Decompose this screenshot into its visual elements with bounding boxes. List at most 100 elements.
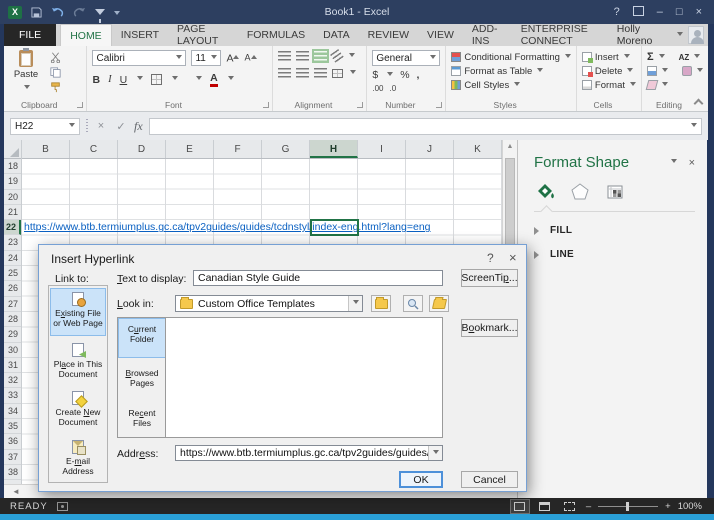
align-center-button[interactable] [295,68,309,78]
cut-icon[interactable] [50,52,61,63]
current-folder-tab[interactable]: Current Folder [118,318,166,358]
number-dialog-launcher[interactable] [436,102,443,108]
tab-view[interactable]: VIEW [418,24,463,46]
row-header-25[interactable]: 25 [4,266,21,282]
decrease-decimal-button[interactable]: .0 [389,84,396,93]
row-header-38[interactable]: 38 [4,465,21,481]
name-box-splitter[interactable] [86,119,88,133]
select-all-button[interactable] [4,140,22,159]
row-header-28[interactable]: 28 [4,312,21,328]
filter-icon[interactable] [95,9,105,23]
ok-button[interactable]: OK [399,471,443,488]
increase-decimal-button[interactable]: .00 [372,84,383,93]
sheet-nav-left-icon[interactable]: ◄ [12,487,20,496]
browse-file-button[interactable] [429,295,449,312]
effects-tab-icon[interactable] [570,182,590,201]
scroll-up-icon[interactable]: ▲ [503,140,517,150]
format-painter-icon[interactable] [50,82,61,93]
cancel-button[interactable]: Cancel [461,471,518,488]
dialog-help-icon[interactable]: ? [487,251,494,265]
orientation-button[interactable] [329,49,344,63]
align-right-button[interactable] [313,68,327,78]
column-header-F[interactable]: F [214,140,262,158]
shrink-font-button[interactable]: A [244,52,257,64]
row-header-18[interactable]: 18 [4,159,21,175]
page-layout-view-button[interactable] [536,500,554,513]
underline-button[interactable]: U [120,74,128,86]
row-header-20[interactable]: 20 [4,190,21,205]
restore-icon[interactable]: □ [676,6,683,18]
tab-review[interactable]: REVIEW [359,24,418,46]
hyperlink-cell[interactable]: https://www.btb.termiumplus.gc.ca/tpv2gu… [24,220,431,235]
pane-options-chevron-icon[interactable] [670,159,677,166]
dialog-close-icon[interactable]: × [509,250,517,265]
tab-insert[interactable]: INSERT [112,24,168,46]
font-color-button[interactable]: A [210,72,218,87]
format-as-table-button[interactable]: Format as Table [451,64,571,78]
bookmark-button[interactable]: Bo okmark... [461,319,518,337]
ribbon-display-options-icon[interactable] [632,6,644,16]
browse-web-button[interactable] [403,295,423,312]
bold-button[interactable]: B [92,74,100,86]
delete-cells-button[interactable]: Delete [581,64,636,78]
column-header-I[interactable]: I [358,140,406,158]
alignment-dialog-launcher[interactable] [357,102,364,108]
zoom-slider[interactable] [598,501,659,511]
tab-data[interactable]: DATA [314,24,358,46]
row-header-37[interactable]: 37 [4,450,21,465]
font-name-combo[interactable]: Calibri [92,50,187,66]
zoom-out-button[interactable]: – [586,501,591,512]
row-header-31[interactable]: 31 [4,358,21,374]
link-to-place-in-document[interactable]: Place in This Document [51,340,105,382]
row-header-23[interactable]: 23 [4,235,21,251]
link-to-create-new-document[interactable]: Create New Document [51,388,105,430]
cancel-entry-icon[interactable]: × [94,120,108,132]
paste-button[interactable]: Paste [9,48,43,98]
column-header-C[interactable]: C [70,140,118,158]
font-dialog-launcher[interactable] [262,102,269,108]
percent-style-button[interactable]: % [400,69,409,81]
align-middle-button[interactable] [295,51,309,61]
grow-font-button[interactable]: A [226,52,240,65]
zoom-level[interactable]: 100% [678,501,702,512]
fill-button[interactable] [647,66,658,76]
zoom-slider-thumb[interactable] [626,501,630,511]
link-to-existing-file[interactable]: Existing File or Web Page [50,288,106,336]
screentip-button[interactable]: ScreenTi p... [461,269,518,287]
clear-button[interactable] [645,80,659,90]
row-header-24[interactable]: 24 [4,251,21,267]
column-header-B[interactable]: B [22,140,70,158]
align-top-button[interactable] [277,51,291,61]
tab-formulas[interactable]: FORMULAS [238,24,314,46]
column-header-G[interactable]: G [262,140,310,158]
autosum-button[interactable]: Σ AZ [647,50,703,64]
up-one-folder-button[interactable] [371,295,391,312]
tab-enterprise-connect[interactable]: ENTERPRISE CONNECT [512,23,617,47]
pane-section-fill[interactable]: FILL [534,225,707,236]
format-cells-button[interactable]: Format [581,78,637,92]
enter-entry-icon[interactable]: ✓ [114,120,128,133]
tab-file[interactable]: FILE [4,24,57,46]
row-header-36[interactable]: 36 [4,434,21,450]
find-select-button[interactable] [682,66,693,76]
row-header-19[interactable]: 19 [4,174,21,190]
size-properties-tab-icon[interactable] [605,182,625,201]
italic-button[interactable]: I [108,74,112,85]
cell-styles-button[interactable]: Cell Styles [451,78,571,92]
merge-center-button[interactable] [331,68,343,78]
column-header-E[interactable]: E [166,140,214,158]
align-left-button[interactable] [277,68,291,78]
number-format-combo[interactable]: General [372,50,441,66]
macro-record-icon[interactable] [56,501,68,511]
copy-icon[interactable] [50,67,61,78]
tab-add-ins[interactable]: ADD-INS [463,23,512,47]
row-header-35[interactable]: 35 [4,419,21,435]
font-size-combo[interactable]: 11 [191,50,222,66]
address-chevron-icon[interactable] [428,446,442,460]
fill-line-tab-icon[interactable] [534,182,555,201]
row-header-29[interactable]: 29 [4,327,21,343]
comma-style-button[interactable]: , [417,69,420,81]
minimize-icon[interactable]: – [657,6,663,18]
sort-filter-button[interactable]: AZ [679,53,690,62]
conditional-formatting-button[interactable]: Conditional Formatting [451,50,571,64]
